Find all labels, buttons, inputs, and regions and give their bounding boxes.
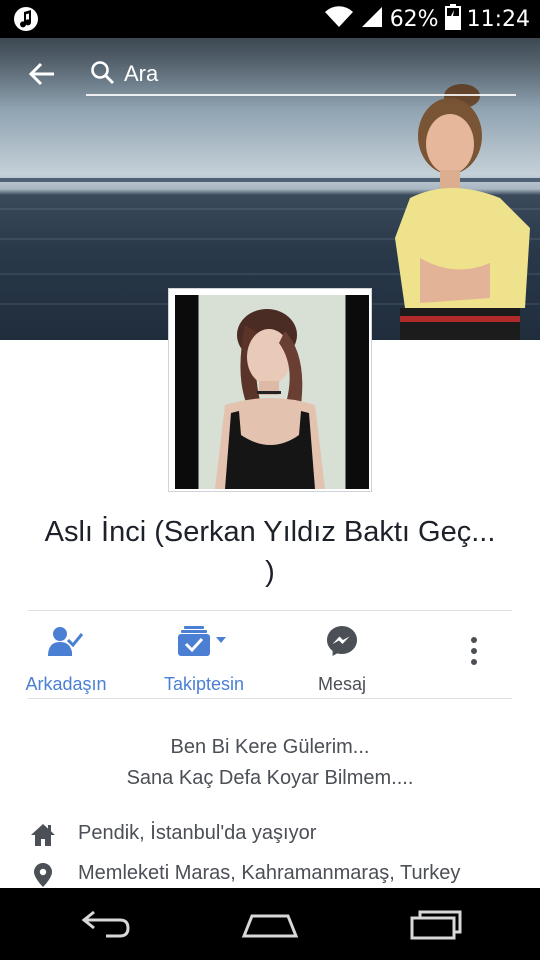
back-arrow-icon[interactable] — [24, 56, 60, 92]
home-icon — [30, 822, 56, 848]
more-vertical-icon — [404, 634, 540, 668]
status-bar: 62% 11:24 — [0, 0, 540, 38]
profile-name: Aslı İnci (Serkan Yıldız Baktı Geç... ) — [20, 512, 520, 592]
android-nav-bar — [0, 888, 540, 960]
profile-name-line1: Aslı İnci (Serkan Yıldız Baktı Geç... — [44, 516, 496, 548]
search-bar[interactable] — [86, 52, 516, 96]
friends-label: Arkadaşın — [25, 674, 107, 694]
following-check-icon — [134, 624, 274, 658]
divider-top — [28, 610, 512, 611]
lives-in-text: Pendik, İstanbul'da yaşıyor — [78, 822, 317, 844]
hometown-text: Memleketi Maras, Kahramanmaraş, Turkey — [78, 862, 461, 884]
more-options-button[interactable] — [404, 622, 540, 694]
following-button[interactable]: Takiptesin — [134, 622, 274, 694]
info-lives-in[interactable]: Pendik, İstanbul'da yaşıyor — [30, 818, 520, 852]
friends-button[interactable]: Arkadaşın — [0, 622, 136, 694]
message-button[interactable]: Mesaj — [272, 622, 412, 694]
nav-recents-icon[interactable] — [406, 906, 466, 942]
battery-charging-icon — [444, 3, 461, 35]
nav-back-icon[interactable] — [76, 906, 136, 942]
search-icon — [90, 60, 116, 91]
profile-picture[interactable] — [169, 289, 371, 491]
following-label: Takiptesin — [163, 674, 245, 694]
battery-percent: 62% — [389, 6, 439, 32]
profile-actions: Arkadaşın Takiptesin Mesaj — [0, 614, 540, 698]
friends-check-icon — [0, 624, 136, 658]
message-label: Mesaj — [317, 674, 366, 694]
profile-name-line2: ) — [265, 556, 275, 588]
profile-bio: Ben Bi Kere Gülerim... Sana Kaç Defa Koy… — [20, 732, 520, 794]
bio-line1: Ben Bi Kere Gülerim... — [170, 736, 370, 758]
music-note-icon — [14, 7, 38, 31]
location-pin-icon — [30, 862, 56, 888]
messenger-icon — [272, 624, 412, 658]
wifi-icon — [324, 5, 354, 34]
info-hometown[interactable]: Memleketi Maras, Kahramanmaraş, Turkey — [30, 858, 520, 892]
search-input[interactable] — [124, 58, 504, 90]
nav-home-icon[interactable] — [240, 906, 300, 942]
clock: 11:24 — [466, 6, 530, 32]
signal-icon — [360, 5, 384, 34]
divider-bottom — [28, 698, 512, 699]
bio-line2: Sana Kaç Defa Koyar Bilmem.... — [126, 767, 414, 789]
